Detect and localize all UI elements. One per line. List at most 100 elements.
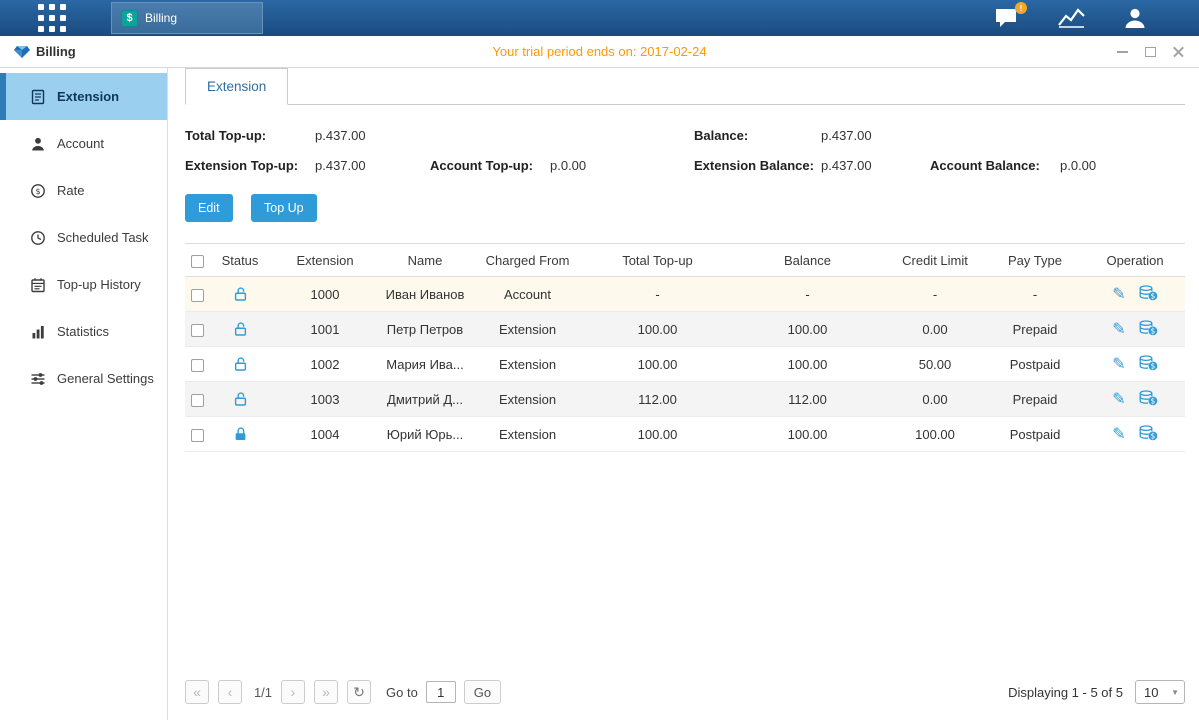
top-up-row-icon[interactable] [1139, 390, 1158, 409]
summary-label: Total Top-up: [185, 128, 315, 143]
edit-button[interactable]: Edit [185, 194, 233, 222]
table-header-row: Status Extension Name Charged From Total… [185, 244, 1185, 277]
sidebar-item-label: Rate [57, 183, 84, 198]
goto-page-input[interactable] [426, 681, 456, 703]
minimize-icon[interactable] [1116, 45, 1129, 58]
grid-apps-icon [37, 3, 67, 33]
top-up-row-icon[interactable] [1139, 285, 1158, 304]
summary-value: p.0.00 [1060, 158, 1096, 173]
summary-label: Account Top-up: [430, 158, 550, 173]
calendar-icon [30, 277, 46, 293]
summary-value: p.437.00 [821, 158, 872, 173]
cell-pay-type: Prepaid [985, 382, 1085, 417]
sidebar-item-label: Top-up History [57, 277, 141, 292]
line-chart-icon [1058, 8, 1085, 28]
sidebar: Extension Account $ Rate [0, 68, 168, 720]
cell-total-topup: 100.00 [585, 312, 730, 347]
cell-extension: 1000 [270, 277, 380, 312]
cell-extension: 1002 [270, 347, 380, 382]
lock-status-icon [233, 426, 248, 441]
extensions-table: Status Extension Name Charged From Total… [185, 243, 1185, 452]
notification-badge: ! [1015, 2, 1027, 14]
bar-chart-icon [30, 324, 46, 340]
col-extension: Extension [270, 244, 380, 277]
taskbar-tab-label: Billing [145, 11, 177, 25]
summary-label: Account Balance: [930, 158, 1060, 173]
select-all-checkbox[interactable] [191, 255, 204, 268]
chevron-down-icon: ▼ [1171, 688, 1179, 697]
col-charged-from: Charged From [470, 244, 585, 277]
cell-pay-type: - [985, 277, 1085, 312]
main-content: Extension Total Top-up: p.437.00 Balance… [168, 68, 1199, 720]
prev-page-button[interactable]: ‹ [218, 680, 242, 704]
maximize-icon[interactable] [1144, 45, 1157, 58]
billing-app-window: $ Billing ! [0, 0, 1199, 720]
resource-monitor-button[interactable] [1058, 8, 1085, 28]
app-launcher-button[interactable] [37, 3, 67, 33]
lock-status-icon [233, 356, 248, 371]
edit-row-icon[interactable]: ✎ [1112, 319, 1125, 339]
cell-credit-limit: 50.00 [885, 347, 985, 382]
sidebar-item-general-settings[interactable]: General Settings [0, 355, 167, 402]
edit-row-icon[interactable]: ✎ [1112, 284, 1125, 304]
cell-charged-from: Account [470, 277, 585, 312]
sidebar-item-label: Account [57, 136, 104, 151]
pagination-bar: « ‹ 1/1 › » ↻ Go to Go Displaying 1 - 5 … [185, 666, 1185, 720]
cell-credit-limit: 0.00 [885, 312, 985, 347]
first-page-button[interactable]: « [185, 680, 209, 704]
summary-balance: Balance: p.437.00 [694, 128, 930, 143]
next-page-button[interactable]: › [281, 680, 305, 704]
edit-row-icon[interactable]: ✎ [1112, 354, 1125, 374]
sidebar-item-rate[interactable]: $ Rate [0, 167, 167, 214]
summary-value: p.437.00 [821, 128, 872, 143]
cell-total-topup: 100.00 [585, 347, 730, 382]
user-account-button[interactable] [1123, 7, 1147, 29]
displaying-text: Displaying 1 - 5 of 5 [1008, 685, 1123, 700]
sidebar-item-scheduled-task[interactable]: Scheduled Task [0, 214, 167, 261]
summary-account-topup: Account Top-up: p.0.00 [430, 158, 694, 173]
top-up-row-icon[interactable] [1139, 355, 1158, 374]
cell-credit-limit: 100.00 [885, 417, 985, 452]
summary-label: Extension Top-up: [185, 158, 315, 173]
sidebar-item-extension[interactable]: Extension [0, 73, 167, 120]
billing-gem-icon [14, 45, 30, 59]
edit-row-icon[interactable]: ✎ [1112, 424, 1125, 444]
top-up-row-icon[interactable] [1139, 425, 1158, 444]
window-titlebar: Billing Your trial period ends on: 2017-… [0, 36, 1199, 68]
last-page-button[interactable]: » [314, 680, 338, 704]
clock-icon [30, 230, 46, 246]
cell-credit-limit: 0.00 [885, 382, 985, 417]
cell-total-topup: 100.00 [585, 417, 730, 452]
col-operation: Operation [1085, 244, 1185, 277]
sidebar-item-account[interactable]: Account [0, 120, 167, 167]
close-icon[interactable] [1172, 45, 1185, 58]
cell-credit-limit: - [885, 277, 985, 312]
summary-extension-topup: Extension Top-up: p.437.00 [185, 158, 430, 173]
edit-row-icon[interactable]: ✎ [1112, 389, 1125, 409]
sidebar-item-label: General Settings [57, 371, 154, 386]
top-up-row-icon[interactable] [1139, 320, 1158, 339]
cell-balance: 100.00 [730, 312, 885, 347]
row-checkbox[interactable] [191, 394, 204, 407]
refresh-button[interactable]: ↻ [347, 680, 371, 704]
row-checkbox[interactable] [191, 324, 204, 337]
row-checkbox[interactable] [191, 359, 204, 372]
sidebar-item-statistics[interactable]: Statistics [0, 308, 167, 355]
cell-extension: 1003 [270, 382, 380, 417]
cell-charged-from: Extension [470, 417, 585, 452]
notifications-button[interactable]: ! [994, 7, 1020, 29]
tab-extension[interactable]: Extension [185, 68, 288, 105]
cell-pay-type: Postpaid [985, 347, 1085, 382]
row-checkbox[interactable] [191, 429, 204, 442]
cell-balance: 100.00 [730, 417, 885, 452]
taskbar-tab-billing[interactable]: $ Billing [111, 2, 263, 34]
sidebar-item-topup-history[interactable]: Top-up History [0, 261, 167, 308]
tabstrip: Extension [185, 68, 1185, 105]
cell-total-topup: - [585, 277, 730, 312]
page-size-select[interactable]: 10 ▼ [1135, 680, 1185, 704]
table-row: 1003 Дмитрий Д... Extension 112.00 112.0… [185, 382, 1185, 417]
row-checkbox[interactable] [191, 289, 204, 302]
go-button[interactable]: Go [464, 680, 501, 704]
top-up-button[interactable]: Top Up [251, 194, 317, 222]
col-name: Name [380, 244, 470, 277]
